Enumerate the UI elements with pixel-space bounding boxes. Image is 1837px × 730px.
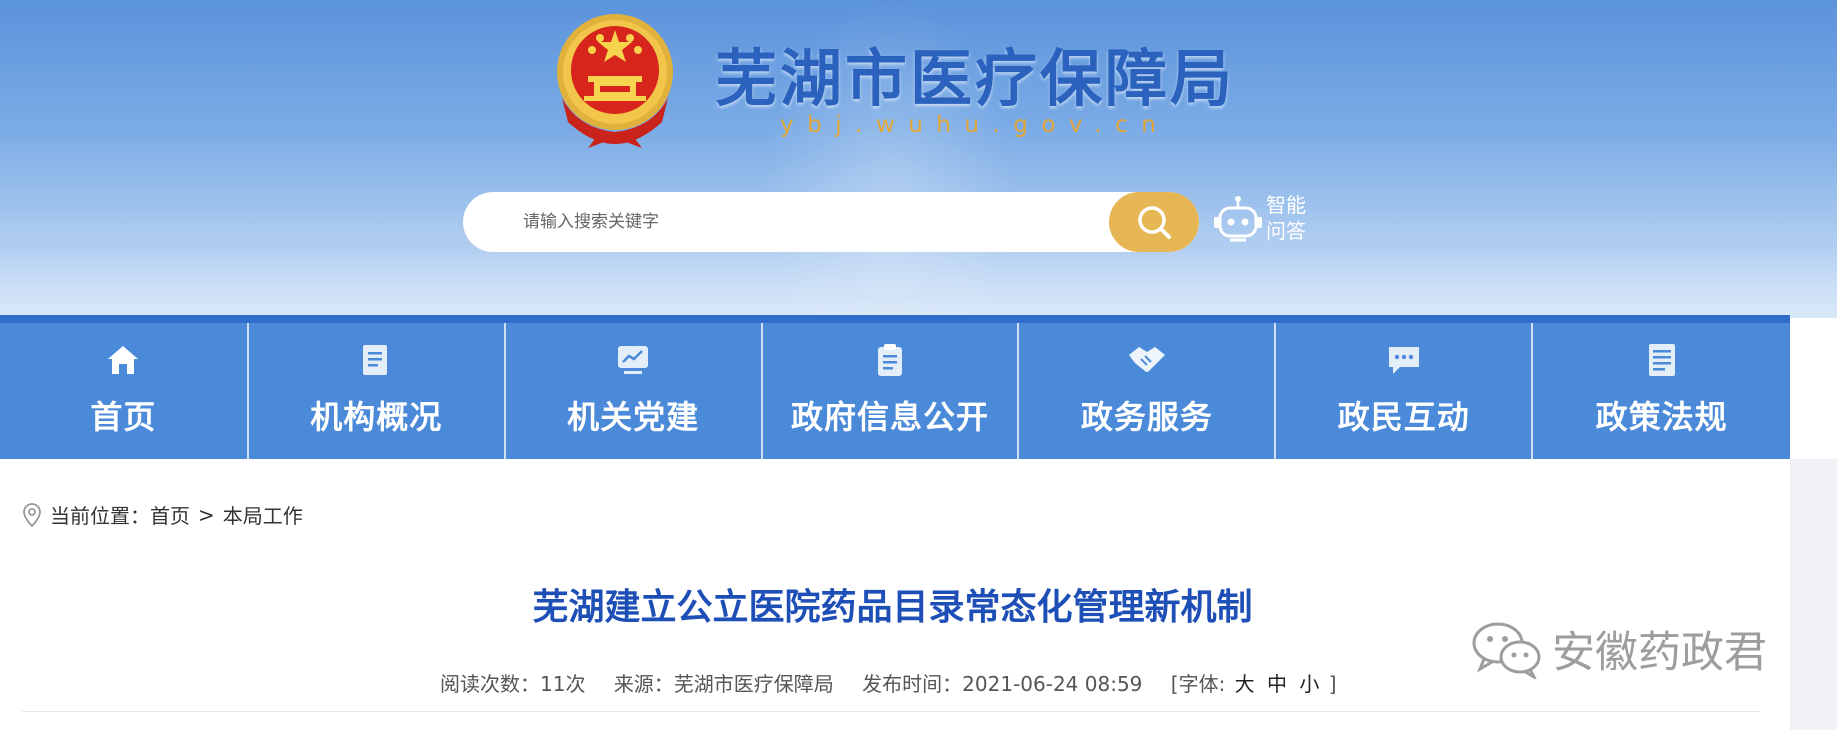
breadcrumb-separator: > [198, 502, 215, 527]
font-size-large[interactable]: 大 [1235, 672, 1255, 696]
search-button[interactable] [1109, 192, 1199, 252]
robot-icon[interactable] [1212, 194, 1264, 246]
nav-item-organization[interactable]: 机构概况 [249, 323, 506, 459]
nav-item-label: 政策法规 [1595, 398, 1728, 436]
chart-screen-icon [618, 346, 649, 374]
wechat-watermark: 安徽药政君 [1470, 618, 1767, 680]
ai-qa-link[interactable]: 智能问答 [1266, 192, 1316, 244]
site-title: 芜湖市医疗保障局 [715, 46, 1236, 114]
nav-item-label: 首页 [90, 398, 157, 436]
read-count: 阅读次数：11次 [440, 672, 586, 696]
nav-item-party-building[interactable]: 机关党建 [506, 323, 763, 459]
site-domain: ybj.wuhu.gov.cn [780, 112, 1170, 138]
main-nav: 首页 机构概况 机关党建 政府信息公开 政务服务 政民互动 政策法规 [0, 315, 1790, 459]
breadcrumb-prefix: 当前位置： [50, 504, 150, 528]
search-icon [1138, 206, 1171, 239]
article-meta: 阅读次数：11次 来源：芜湖市医疗保障局 发布时间：2021-06-24 08:… [440, 668, 1337, 697]
search-bar [463, 192, 1199, 252]
handshake-icon [1128, 347, 1165, 372]
breadcrumb-home-link[interactable]: 首页 [150, 500, 190, 529]
location-pin-icon [23, 502, 41, 527]
page-gutter [1790, 459, 1837, 730]
nav-item-label: 政务服务 [1080, 398, 1213, 436]
nav-item-interaction[interactable]: 政民互动 [1276, 323, 1534, 459]
font-size-close: ] [1328, 672, 1337, 696]
font-size-medium[interactable]: 中 [1267, 672, 1287, 696]
stacked-docs-icon [1648, 344, 1675, 376]
document-icon [363, 345, 388, 375]
national-emblem-logo [557, 14, 673, 148]
nav-item-home[interactable]: 首页 [0, 323, 249, 459]
nav-item-label: 机构概况 [310, 398, 443, 436]
clipboard-icon [878, 344, 902, 376]
nav-item-label: 机关党建 [567, 398, 700, 436]
publish-time: 发布时间：2021-06-24 08:59 [862, 672, 1143, 696]
nav-item-policies[interactable]: 政策法规 [1533, 323, 1790, 459]
font-size-label: [字体: [1170, 672, 1226, 696]
banner-landscape [0, 248, 1837, 318]
nav-item-label: 政民互动 [1337, 398, 1470, 436]
home-icon [108, 346, 139, 374]
chat-bubble-icon [1388, 347, 1419, 374]
nav-item-label: 政府信息公开 [791, 398, 990, 436]
watermark-text: 安徽药政君 [1552, 628, 1767, 678]
search-input[interactable] [463, 192, 1109, 252]
article-source: 来源：芜湖市医疗保障局 [613, 672, 834, 696]
breadcrumb: 当前位置： 首页 > 本局工作 [22, 500, 303, 529]
nav-item-info-disclosure[interactable]: 政府信息公开 [763, 323, 1020, 459]
breadcrumb-current-link[interactable]: 本局工作 [223, 500, 303, 529]
nav-item-gov-services[interactable]: 政务服务 [1019, 323, 1277, 459]
divider [22, 711, 1760, 712]
font-size-small[interactable]: 小 [1299, 672, 1319, 696]
wechat-icon [1472, 622, 1541, 679]
